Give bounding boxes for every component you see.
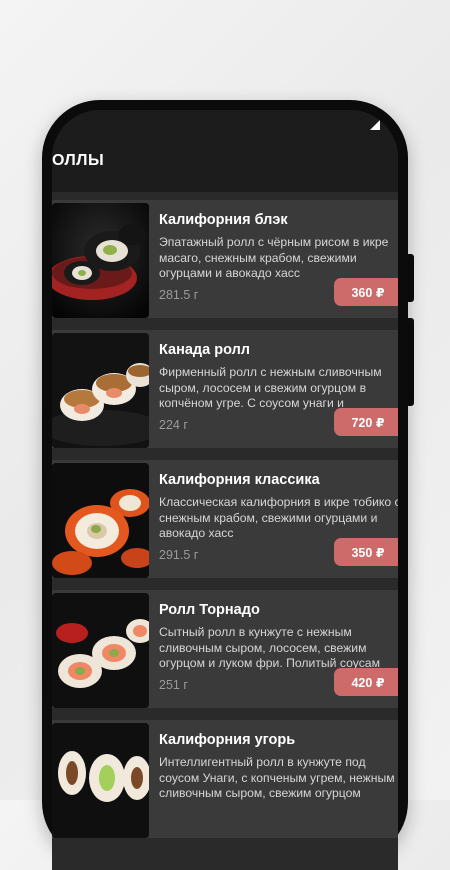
app-screen: ОЛЛЫ Калифорния блэк Эпатажный ролл с чё… (52, 110, 398, 870)
product-weight: 251 г (159, 678, 188, 692)
product-name: Калифорния классика (159, 472, 320, 488)
product-card[interactable]: Ролл Торнадо Сытный ролл в кунжуте с неж… (52, 590, 398, 708)
product-card[interactable]: Канада ролл Фирменный ролл с нежным слив… (52, 330, 398, 448)
product-name: Канада ролл (159, 342, 250, 358)
product-weight: 224 г (159, 418, 188, 432)
product-image[interactable] (52, 593, 149, 708)
product-image[interactable] (52, 723, 149, 838)
product-weight: 291.5 г (159, 548, 199, 562)
product-description: Эпатажный ролл с чёрным рисом в икре мас… (159, 235, 389, 280)
product-name: Ролл Торнадо (159, 602, 260, 618)
add-to-cart-button[interactable]: 720 ₽ (334, 408, 398, 436)
product-card[interactable]: Калифорния угорь Интеллигентный ролл в к… (52, 720, 398, 838)
app-header: ОЛЛЫ (52, 110, 398, 192)
product-description: Сытный ролл в кунжуте с нежным сливочным… (159, 625, 380, 670)
add-to-cart-button[interactable]: 360 ₽ (334, 278, 398, 306)
product-image[interactable] (52, 203, 149, 318)
page-title: ОЛЛЫ (52, 152, 105, 169)
product-weight: 281.5 г (159, 288, 199, 302)
signal-icon (370, 120, 380, 130)
product-description: Классическая калифорния в икре тобико с … (159, 495, 398, 540)
product-image[interactable] (52, 463, 149, 578)
product-name: Калифорния блэк (159, 212, 288, 228)
product-name: Калифорния угорь (159, 732, 296, 748)
product-description: Фирменный ролл с нежным сливочным сыром,… (159, 365, 382, 410)
add-to-cart-button[interactable]: 420 ₽ (334, 668, 398, 696)
phone-frame: ОЛЛЫ Калифорния блэк Эпатажный ролл с чё… (42, 100, 414, 870)
product-card[interactable]: Калифорния блэк Эпатажный ролл с чёрным … (52, 200, 398, 318)
add-to-cart-button[interactable]: 350 ₽ (334, 538, 398, 566)
product-description: Интеллигентный ролл в кунжуте под соусом… (159, 755, 395, 800)
volume-button (408, 254, 414, 302)
product-card[interactable]: Калифорния классика Классическая калифор… (52, 460, 398, 578)
product-image[interactable] (52, 333, 149, 448)
power-button (408, 318, 414, 406)
